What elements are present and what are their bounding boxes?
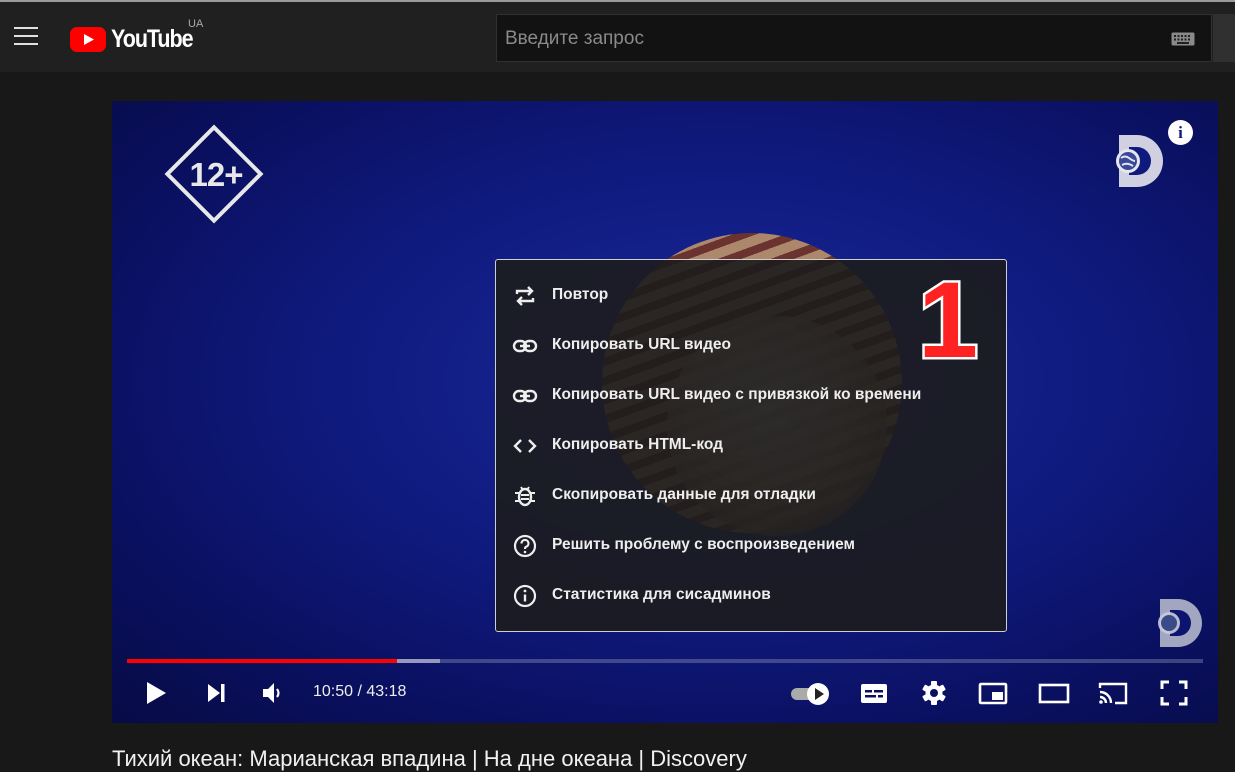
- menu-item-label: Повтор: [552, 286, 609, 303]
- search-input[interactable]: [497, 15, 1167, 63]
- youtube-play-logo-icon: [70, 26, 106, 52]
- menu-item-label: Решить проблему с воспроизведением: [552, 536, 856, 553]
- miniplayer-icon[interactable]: [978, 678, 1008, 708]
- search-button[interactable]: [1213, 14, 1235, 62]
- info-circle-icon: [513, 584, 537, 608]
- menu-item-copy-embed[interactable]: Копировать HTML-код: [496, 421, 1006, 471]
- fullscreen-icon[interactable]: [1159, 678, 1189, 708]
- autoplay-toggle-icon[interactable]: [789, 678, 833, 708]
- info-card-icon[interactable]: i: [1168, 120, 1193, 145]
- youtube-logo[interactable]: YouTube: [70, 24, 206, 53]
- annotation-number: 1: [915, 259, 980, 380]
- video-player[interactable]: 12+ i Повтор Копировать URL видео Копиро…: [112, 101, 1218, 723]
- progress-bar[interactable]: [127, 659, 1203, 663]
- discovery-watermark-icon: [1158, 599, 1202, 647]
- menu-item-label: Копировать URL видео с привязкой ко врем…: [552, 386, 922, 403]
- bug-icon: [515, 486, 535, 507]
- menu-item-troubleshoot[interactable]: Решить проблему с воспроизведением: [496, 521, 1006, 571]
- menu-icon[interactable]: [14, 27, 38, 47]
- link-icon: [512, 339, 538, 353]
- link-icon: [512, 389, 538, 403]
- video-title: Тихий океан: Марианская впадина | На дне…: [112, 746, 747, 771]
- embed-code-icon: [513, 439, 537, 453]
- region-label: UA: [188, 18, 204, 30]
- player-context-menu: Повтор Копировать URL видео Копировать U…: [495, 259, 1007, 632]
- menu-item-label: Копировать URL видео: [552, 336, 731, 353]
- keyboard-icon[interactable]: [1171, 32, 1195, 46]
- masthead: YouTube UA: [0, 0, 1235, 72]
- search-box: [496, 14, 1212, 63]
- menu-item-label: Копировать HTML-код: [552, 436, 723, 453]
- progress-played: [127, 659, 398, 663]
- menu-item-copy-debug[interactable]: Скопировать данные для отладки: [496, 471, 1006, 521]
- cast-icon[interactable]: [1097, 678, 1129, 708]
- menu-item-label: Статистика для сисадминов: [552, 586, 771, 603]
- volume-icon[interactable]: [260, 678, 286, 708]
- menu-item-stats[interactable]: Статистика для сисадминов: [496, 571, 1006, 621]
- time-display: 10:50 / 43:18: [313, 683, 407, 700]
- loop-icon: [515, 286, 535, 306]
- subtitles-icon[interactable]: [859, 678, 889, 708]
- discovery-logo-icon: [1116, 135, 1163, 187]
- menu-item-label: Скопировать данные для отладки: [552, 486, 816, 503]
- age-rating-badge: 12+: [189, 156, 244, 193]
- next-icon[interactable]: [205, 678, 229, 708]
- help-circle-icon: [513, 534, 537, 558]
- logo-wordmark: YouTube: [111, 24, 194, 53]
- play-icon[interactable]: [144, 678, 168, 708]
- theater-mode-icon[interactable]: [1037, 678, 1071, 708]
- settings-gear-icon[interactable]: [919, 678, 949, 708]
